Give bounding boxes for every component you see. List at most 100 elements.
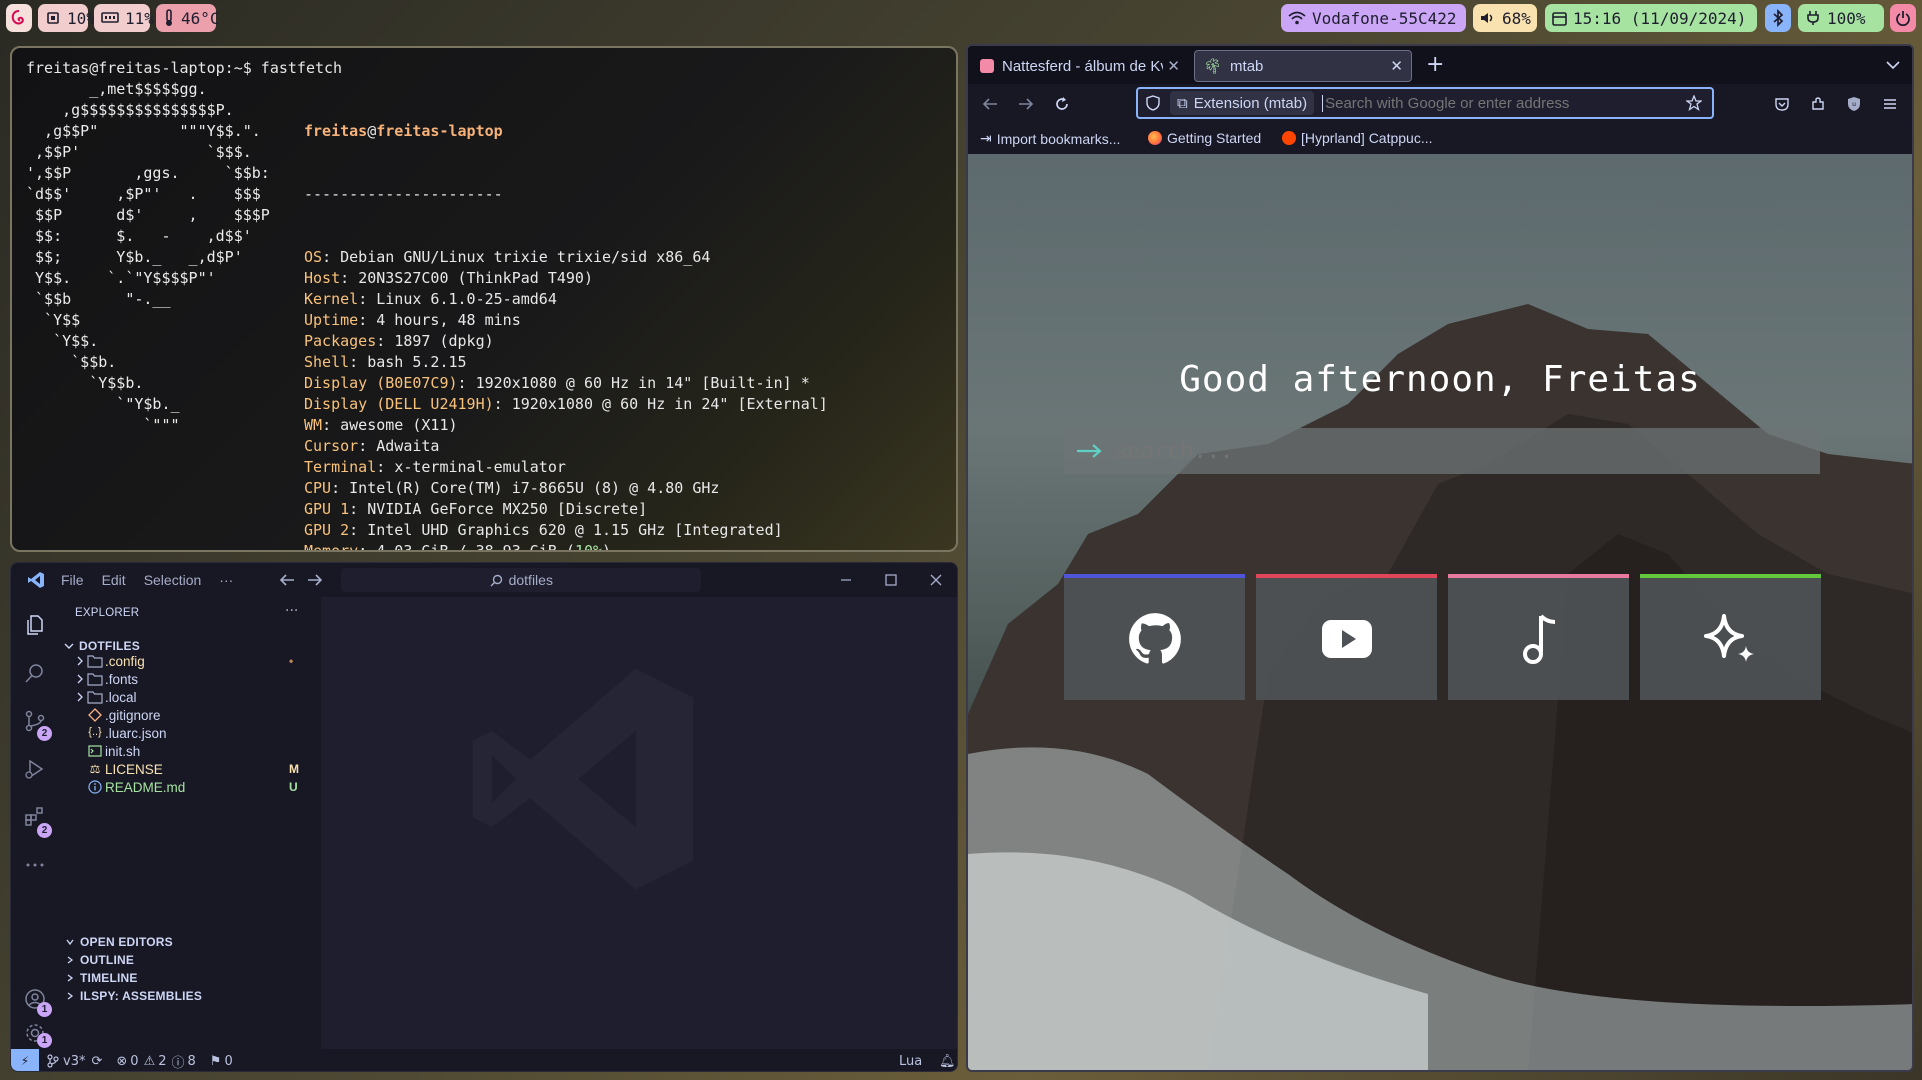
bookmark-import[interactable]: ⇥ Import bookmarks... — [980, 130, 1120, 147]
branch-name[interactable]: v3* — [63, 1054, 85, 1069]
music-app-icon — [980, 59, 994, 73]
bookmark-getting-started[interactable]: Getting Started — [1148, 130, 1261, 146]
close-tab-icon[interactable]: ✕ — [1167, 57, 1180, 75]
extension-identity-badge[interactable]: ⧉ Extension (mtab) — [1170, 91, 1315, 115]
error-icon: ⊗ — [116, 1053, 128, 1069]
extensions-icon[interactable] — [1810, 96, 1826, 112]
cpu-value: 10% — [67, 8, 96, 28]
fetch-line: Host: 20N3S27C00 (ThinkPad T490) — [304, 268, 828, 289]
bluetooth-widget[interactable] — [1765, 4, 1791, 32]
mtab-search-bar[interactable] — [1064, 428, 1820, 474]
back-arrow-icon[interactable] — [279, 573, 295, 587]
activity-bar: 2 2 1 1 — [11, 597, 59, 1049]
error-count[interactable]: 0 — [130, 1054, 138, 1069]
remote-indicator[interactable]: ⚡ — [11, 1049, 39, 1071]
fetch-suffix: ) — [602, 542, 612, 552]
hamburger-menu-icon[interactable] — [1882, 96, 1898, 112]
tab-mtab[interactable]: 🌴︎ mtab ✕ — [1194, 50, 1412, 82]
url-input[interactable] — [1322, 94, 1686, 112]
reload-icon[interactable] — [1054, 96, 1070, 112]
clock-widget[interactable]: 15:16 (11/09/2024) — [1545, 4, 1757, 32]
ascii-logo-line: `""" — [26, 416, 180, 434]
vscode-window[interactable]: File Edit Selection ··· dotfiles 2 2 1 1… — [10, 562, 958, 1072]
explorer-item[interactable]: .local — [59, 689, 321, 707]
search-icon[interactable] — [23, 661, 47, 685]
explorer-item[interactable]: .fonts — [59, 671, 321, 689]
sidebar-section-2[interactable]: TIMELINE — [59, 969, 321, 987]
fetch-value: bash 5.2.15 — [367, 353, 467, 371]
github-tile[interactable] — [1064, 574, 1245, 700]
battery-widget[interactable]: 100% — [1798, 4, 1884, 32]
shield-icon[interactable] — [1146, 95, 1160, 111]
youtube-tile[interactable] — [1256, 574, 1437, 700]
back-arrow-icon[interactable] — [982, 96, 998, 112]
git-status-indicator: • — [289, 654, 294, 668]
bookmark-hyprland[interactable]: [Hyprland] Catppuc... — [1282, 130, 1433, 146]
ublock-icon[interactable]: u — [1846, 96, 1862, 112]
menu-file[interactable]: File — [61, 572, 84, 588]
sync-icon[interactable]: ⟳ — [91, 1054, 102, 1069]
chevron-down-icon[interactable] — [1886, 60, 1900, 70]
debian-logo-icon[interactable] — [6, 4, 32, 32]
info-count[interactable]: 8 — [188, 1054, 196, 1069]
ascii-logo-line: `"Y$b._ — [26, 395, 180, 413]
explorer-icon[interactable] — [23, 613, 47, 637]
sparkles-tile[interactable] — [1640, 574, 1821, 700]
url-bar[interactable]: ⧉ Extension (mtab) — [1136, 87, 1714, 119]
menu-more[interactable]: ··· — [219, 572, 233, 588]
close-icon[interactable] — [929, 573, 943, 587]
command-center-search[interactable]: dotfiles — [341, 568, 702, 592]
more-icon[interactable] — [23, 853, 47, 877]
fetch-separator: ---------------------- — [304, 185, 503, 203]
memory-widget[interactable]: 11% — [94, 4, 154, 32]
warning-count[interactable]: 2 — [158, 1054, 166, 1069]
firefox-icon — [1148, 131, 1162, 145]
ports-count[interactable]: 0 — [224, 1054, 232, 1069]
mtab-search-input[interactable] — [1114, 438, 1820, 464]
pocket-icon[interactable] — [1774, 96, 1790, 112]
sidebar-section-3[interactable]: ILSPY: ASSEMBLIES — [59, 987, 321, 1005]
notifications-icon[interactable]: 🔔︎ — [939, 1054, 956, 1069]
cpu-widget[interactable]: 10% — [38, 4, 96, 32]
wifi-widget[interactable]: Vodafone-55C422 — [1281, 4, 1466, 32]
forward-arrow-icon[interactable] — [307, 573, 323, 587]
menu-selection[interactable]: Selection — [144, 572, 202, 588]
fetch-line: CPU: Intel(R) Core(TM) i7-8665U (8) @ 4.… — [304, 478, 828, 499]
forward-arrow-icon[interactable] — [1018, 96, 1034, 112]
folder-icon — [86, 672, 104, 686]
maximize-icon[interactable] — [884, 573, 898, 587]
explorer-item[interactable]: {..} .luarc.json — [59, 725, 321, 743]
ascii-logo-line: _,met$$$$$gg. — [26, 80, 207, 98]
explorer-more-button[interactable]: ··· — [285, 603, 298, 619]
fetch-key: Kernel — [304, 290, 359, 308]
tab-nattesferd[interactable]: Nattesferd - álbum de Kvelertak ✕ — [972, 50, 1188, 82]
volume-widget[interactable]: 68% — [1473, 4, 1537, 32]
explorer-item[interactable]: init.sh — [59, 743, 321, 761]
explorer-item[interactable]: README.md U — [59, 779, 321, 797]
fastfetch-info: freitas@freitas-laptop -----------------… — [304, 79, 828, 552]
explorer-item-label: .fonts — [105, 672, 139, 687]
new-tab-button[interactable]: + — [1426, 52, 1444, 77]
music-tile[interactable] — [1448, 574, 1629, 700]
explorer-item[interactable]: .config • — [59, 653, 321, 671]
power-button[interactable] — [1890, 4, 1916, 32]
close-tab-icon[interactable]: ✕ — [1390, 57, 1403, 75]
bookmark-star-icon[interactable] — [1686, 95, 1702, 111]
editor-area[interactable] — [321, 597, 957, 1049]
minimize-icon[interactable] — [839, 573, 853, 587]
fetch-colon: : — [340, 269, 359, 287]
language-mode[interactable]: Lua — [899, 1054, 922, 1069]
clock-value: 15:16 (11/09/2024) — [1573, 8, 1747, 28]
fetch-line: Terminal: x-terminal-emulator — [304, 457, 828, 478]
temperature-widget[interactable]: 46°C — [156, 4, 220, 32]
terminal-window[interactable]: freitas@freitas-laptop:~$ fastfetch _,me… — [10, 46, 958, 552]
menu-edit[interactable]: Edit — [102, 572, 126, 588]
sidebar-section-1[interactable]: OUTLINE — [59, 951, 321, 969]
run-debug-icon[interactable] — [23, 757, 47, 781]
sidebar-section-0[interactable]: OPEN EDITORS — [59, 933, 321, 951]
explorer-item[interactable]: ⚖ LICENSE M — [59, 761, 321, 779]
explorer-item[interactable]: .gitignore — [59, 707, 321, 725]
fetch-value: Linux 6.1.0-25-amd64 — [376, 290, 557, 308]
browser-window[interactable]: Nattesferd - álbum de Kvelertak ✕ 🌴︎ mta… — [966, 44, 1914, 1072]
palm-tree-icon: 🌴︎ — [1203, 58, 1223, 75]
